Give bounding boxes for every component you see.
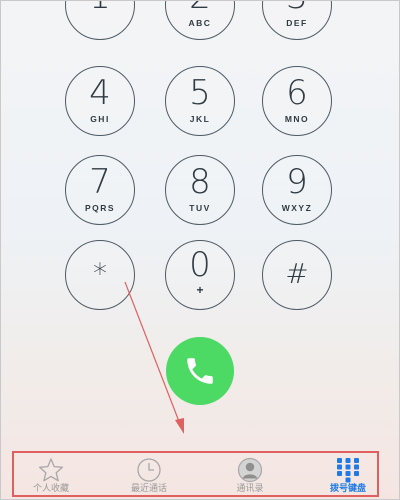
tab-favorites[interactable]: 个人收藏 [11,453,91,497]
contact-icon [237,457,263,483]
key-digit: 9 [286,162,308,202]
tab-recents[interactable]: 最近通话 [109,453,189,497]
key-letters: ABC [188,18,212,28]
key-digit: 1 [66,0,134,17]
tab-label: 最近通话 [130,484,167,494]
key-letters: JKL [189,114,211,124]
tab-bar: 个人收藏 最近通话 通讯录 拨号键盘 [12,451,379,497]
key-letters: GHI [90,114,110,124]
key-8[interactable]: 8 TUV [165,155,235,225]
key-digit: 7 [89,162,111,202]
key-star[interactable]: * [65,240,135,310]
key-2[interactable]: 2 ABC [165,0,235,40]
key-letters: DEF [286,18,308,28]
key-digit: 2 [166,0,234,17]
key-6[interactable]: 6 MNO [262,66,332,136]
star-icon [38,458,64,482]
key-digit: 0 [189,245,211,285]
clock-icon [137,458,161,482]
tab-label: 拨号键盘 [329,484,366,494]
keypad-icon [337,458,359,483]
tab-keypad[interactable]: 拨号键盘 [308,453,388,497]
key-7[interactable]: 7 PQRS [65,155,135,225]
call-button[interactable] [166,337,234,405]
key-5[interactable]: 5 JKL [165,66,235,136]
key-digit: 3 [263,0,331,17]
tab-label: 个人收藏 [32,484,69,494]
key-digit: # [285,257,309,290]
key-digit: 5 [189,73,211,113]
phone-icon [187,358,213,384]
key-digit: 6 [286,73,308,113]
key-letters: WXYZ [281,203,313,213]
key-letters: MNO [284,114,310,124]
key-digit: * [93,257,107,290]
key-3[interactable]: 3 DEF [262,0,332,40]
tab-label: 通讯录 [236,484,264,494]
key-4[interactable]: 4 GHI [65,66,135,136]
key-letters: TUV [189,203,211,213]
key-letters: PQRS [84,203,116,213]
key-0[interactable]: 0 + [165,240,235,310]
key-digit: 8 [189,162,211,202]
key-letters: + [196,283,204,297]
tab-contacts[interactable]: 通讯录 [210,453,290,497]
key-9[interactable]: 9 WXYZ [262,155,332,225]
key-digit: 4 [89,73,111,113]
key-hash[interactable]: # [262,240,332,310]
key-1[interactable]: 1 [65,0,135,40]
